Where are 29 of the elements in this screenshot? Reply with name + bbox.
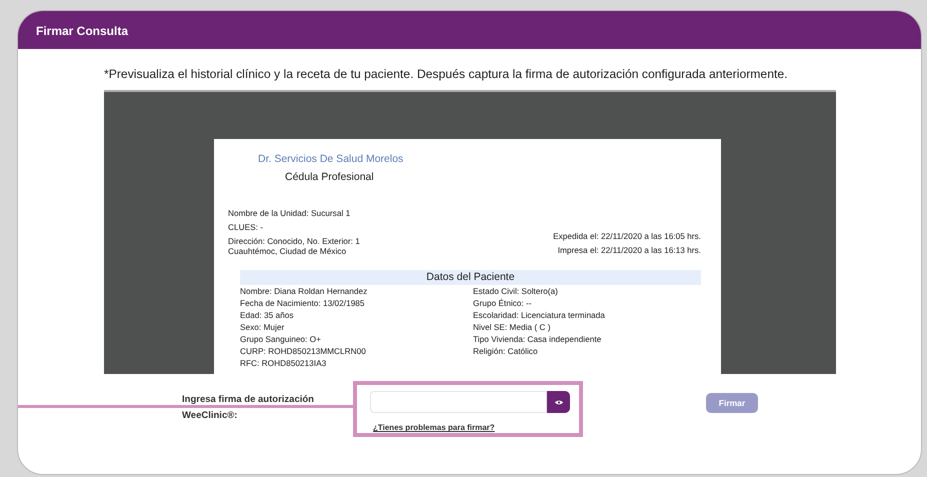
unit-info-line: Dirección: Conocido, No. Exterior: 1 bbox=[228, 235, 360, 248]
patient-info-line: Estado Civil: Soltero(a) bbox=[473, 285, 559, 298]
show-password-button[interactable] bbox=[547, 391, 570, 414]
instructions-text: *Previsualiza el historial clínico y la receta de tu paciente. Después captura la firma de autorización configurada anteriormente. bbox=[104, 66, 789, 83]
unit-info-line: CLUES: - bbox=[228, 221, 264, 234]
patient-info-line: Edad: 35 años bbox=[240, 309, 295, 322]
patient-info-line: Grupo Sanguineo: O+ bbox=[240, 333, 322, 346]
unit-info-line: Cuauhtémoc, Ciudad de México bbox=[228, 247, 348, 256]
patient-info-line: CURP: ROHD850213MMCLRN00 bbox=[240, 345, 367, 358]
patient-info-line: Religión: Católico bbox=[473, 345, 539, 358]
doctor-name: Dr. Servicios De Salud Morelos bbox=[258, 153, 404, 166]
patient-info-line: Nombre: Diana Roldan Hernandez bbox=[240, 285, 368, 298]
issue-date-line: Expedida el: 22/11/2020 a las 16:05 hrs. bbox=[553, 230, 701, 242]
patient-info-line: Sexo: Mujer bbox=[240, 321, 286, 334]
unit-info-line: Nombre de la Unidad: Sucursal 1 bbox=[228, 207, 352, 220]
patient-info-line: Grupo Étnico: -- bbox=[473, 297, 533, 310]
dialog-title: Firmar Consulta bbox=[18, 11, 921, 49]
section-heading: Datos del Paciente bbox=[240, 270, 701, 286]
eye-icon bbox=[554, 400, 562, 405]
issue-date-line: Impresa el: 22/11/2020 a las 16:13 hrs. bbox=[556, 244, 701, 256]
signature-label: Ingresa firma de autorización WeeClinic®: bbox=[182, 393, 315, 424]
signature-field[interactable] bbox=[370, 391, 570, 414]
patient-info-line: RFC: ROHD850213IA3 bbox=[240, 357, 328, 370]
patient-info-line: Escolaridad: Licenciatura terminada bbox=[473, 309, 605, 322]
patient-info-line: Nivel SE: Media ( C ) bbox=[473, 321, 552, 334]
document-subtitle: Cédula Profesional bbox=[285, 171, 375, 184]
help-link[interactable]: ¿Tienes problemas para firmar? bbox=[373, 422, 495, 434]
patient-info-line: Tipo Vivienda: Casa independiente bbox=[473, 333, 602, 346]
patient-info-line: Fecha de Nacimiento: 13/02/1985 bbox=[240, 297, 366, 310]
